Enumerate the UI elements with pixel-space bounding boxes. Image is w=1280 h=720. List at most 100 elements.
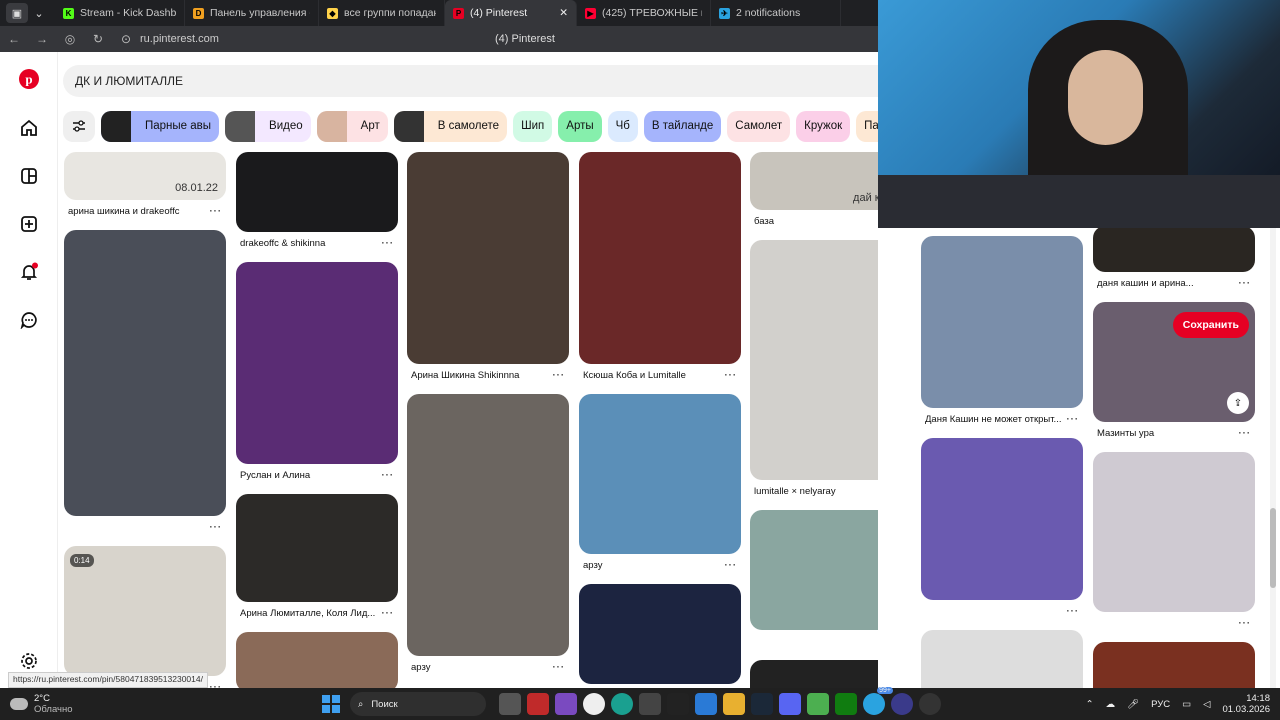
pin-image[interactable]: дай краба [750, 152, 878, 210]
filter-chip[interactable]: Самолет [727, 110, 791, 142]
more-options-icon[interactable]: ··· [725, 370, 738, 381]
pin-image[interactable] [1093, 642, 1255, 688]
pin-card[interactable]: lumitalle × nelyaray··· [750, 240, 878, 502]
pin-image[interactable] [921, 236, 1083, 408]
minecraft-icon[interactable] [807, 693, 829, 715]
folder-icon[interactable] [723, 693, 745, 715]
mail-icon[interactable] [695, 693, 717, 715]
pin-image[interactable] [750, 660, 878, 688]
pin-card[interactable]: даня кашин и арина... ··· [1093, 228, 1255, 294]
more-options-icon[interactable]: ··· [725, 560, 738, 571]
back-arrow-icon[interactable]: ← [0, 32, 28, 46]
pin-card[interactable]: ··· [579, 584, 741, 688]
search-input[interactable]: ДК И ЛЮМИТАЛЛЕ [63, 65, 878, 97]
browser-menu-button[interactable]: ▣ [6, 3, 28, 23]
pin-card[interactable]: Арина Люмиталле, Коля Лид... ··· [236, 494, 398, 624]
pin-card[interactable]: ··· [64, 230, 226, 538]
settings-gear-icon[interactable] [18, 650, 40, 672]
share-icon[interactable]: ⇪ [1227, 392, 1249, 414]
pin-image[interactable] [64, 230, 226, 516]
more-options-icon[interactable]: ··· [1239, 428, 1252, 439]
app-icon[interactable] [667, 693, 689, 715]
weather-widget[interactable]: 2°C Облачно [10, 693, 100, 715]
pin-image[interactable]: 08.01.22 [64, 152, 226, 200]
obs-icon[interactable] [891, 693, 913, 715]
pin-card[interactable]: ··· [921, 438, 1083, 622]
volume-icon[interactable]: ◁ [1203, 699, 1210, 710]
pin-image[interactable] [236, 152, 398, 232]
pin-card[interactable]: Сохранить ⇪ Мазинты ура ··· [1093, 302, 1255, 444]
filter-chip[interactable]: Арт [316, 110, 388, 142]
pin-card[interactable]: Руслан и Алина ··· [236, 262, 398, 486]
reload-icon[interactable]: ↻ [84, 32, 112, 46]
pin-image[interactable] [407, 152, 569, 364]
filter-settings-button[interactable] [63, 110, 95, 142]
browser-tab[interactable]: KStream - Kick Dashboard [55, 0, 185, 26]
more-options-icon[interactable]: ··· [210, 206, 223, 217]
taskbar-search[interactable]: ⌕ Поиск [350, 692, 486, 716]
tab-list-chevron-icon[interactable]: ⌄ [31, 3, 47, 23]
monitor-icon[interactable]: ▭ [1182, 699, 1191, 710]
url-field[interactable]: ru.pinterest.com [140, 33, 290, 45]
filter-chip[interactable]: В самолете [393, 110, 508, 142]
browser-tab[interactable]: ◆ все группи попадан [319, 0, 445, 26]
filter-chip[interactable]: Чб [607, 110, 638, 142]
pin-image[interactable] [1093, 452, 1255, 612]
microphone-icon[interactable]: 🎤︎ [1127, 699, 1139, 710]
filter-chip[interactable]: Арты [558, 110, 602, 142]
pin-card[interactable]: Даня Кашин не может открыт... ··· [921, 236, 1083, 430]
more-options-icon[interactable]: ··· [1067, 606, 1080, 617]
more-options-icon[interactable]: ··· [1239, 618, 1252, 629]
filter-chip[interactable]: Па [856, 110, 878, 142]
pin-image[interactable]: 0:14 [64, 546, 226, 676]
task-view-icon[interactable] [499, 693, 521, 715]
more-options-icon[interactable]: ··· [382, 238, 395, 249]
explore-icon[interactable] [18, 165, 40, 187]
discord-icon[interactable] [779, 693, 801, 715]
start-windows-icon[interactable] [322, 695, 340, 713]
create-icon[interactable] [18, 213, 40, 235]
more-options-icon[interactable]: ··· [553, 662, 566, 673]
app-icon[interactable] [555, 693, 577, 715]
pin-image[interactable] [921, 438, 1083, 600]
chevron-up-icon[interactable]: ⌃ [1086, 699, 1094, 710]
pin-card[interactable]: ··· [750, 660, 878, 688]
steam-icon[interactable] [751, 693, 773, 715]
filter-chip[interactable]: Видео [225, 110, 311, 142]
pin-card[interactable]: арзу ··· [579, 394, 741, 576]
pin-image[interactable] [579, 394, 741, 554]
app-icon[interactable] [919, 693, 941, 715]
more-options-icon[interactable]: ··· [553, 370, 566, 381]
pin-image[interactable] [921, 630, 1083, 688]
pin-card[interactable]: дай крабабаза··· [750, 152, 878, 232]
language-indicator[interactable]: РУС [1151, 699, 1170, 710]
pin-image[interactable] [236, 262, 398, 464]
pin-image[interactable] [579, 584, 741, 684]
browser-tab[interactable]: P (4) Pinterest ✕ [445, 0, 577, 26]
pin-image[interactable] [407, 394, 569, 656]
pin-card[interactable]: 08.01.22 арина шикина и drakeoffc ··· [64, 152, 226, 222]
pin-card[interactable]: ··· [1093, 642, 1255, 688]
pinterest-logo-icon[interactable]: p [18, 68, 40, 90]
pin-card[interactable]: Арина Шикина Shikinnna ··· [407, 152, 569, 386]
app-icon[interactable] [527, 693, 549, 715]
browser-tab[interactable]: DПанель управления - Dor [185, 0, 319, 26]
notifications-bell-icon[interactable] [18, 261, 40, 283]
pin-card[interactable]: арзу ··· [407, 394, 569, 678]
telegram-icon[interactable]: 99+ [863, 687, 893, 715]
more-options-icon[interactable]: ··· [382, 608, 395, 619]
shield-icon[interactable]: ◎ [56, 32, 84, 46]
more-options-icon[interactable]: ··· [1067, 414, 1080, 425]
browser-tab[interactable]: ✈ 2 notifications [711, 0, 841, 26]
pin-card[interactable]: ··· [921, 630, 1083, 688]
app-icon[interactable] [639, 693, 661, 715]
pin-card[interactable]: ··· [1093, 452, 1255, 634]
pin-image[interactable] [236, 632, 398, 688]
pin-image[interactable] [750, 240, 878, 480]
more-options-icon[interactable]: ··· [1239, 278, 1252, 289]
filter-chip[interactable]: Кружок [796, 110, 851, 142]
pin-image[interactable] [1093, 228, 1255, 272]
pin-image[interactable] [750, 510, 878, 630]
more-options-icon[interactable]: ··· [210, 522, 223, 533]
forward-arrow-icon[interactable]: → [28, 32, 56, 46]
